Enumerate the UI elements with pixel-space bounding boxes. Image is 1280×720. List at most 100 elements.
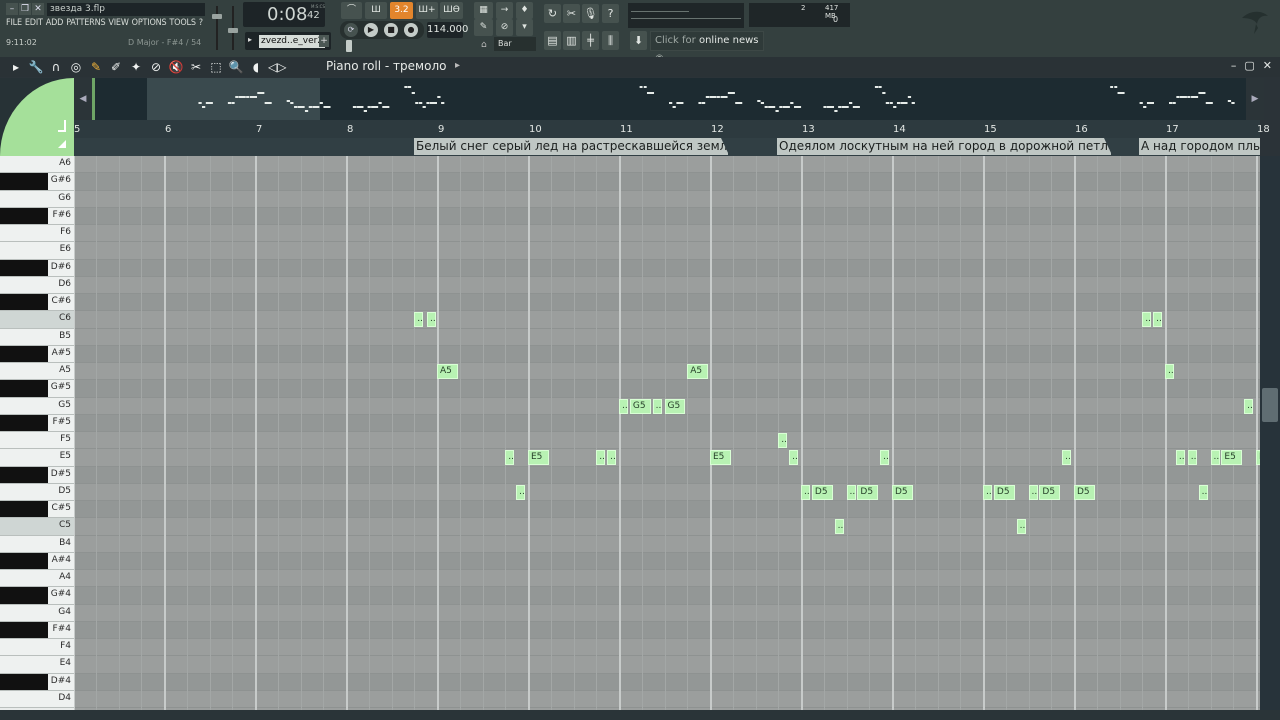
- menu-help[interactable]: ?: [199, 18, 203, 28]
- midi-note[interactable]: D5: [1074, 484, 1095, 500]
- midi-note[interactable]: ..: [1187, 450, 1197, 466]
- mute-icon[interactable]: 🔇: [168, 59, 184, 75]
- scroll-left-icon[interactable]: ◀: [74, 78, 92, 120]
- delete-icon[interactable]: ⊘: [148, 59, 164, 75]
- pencil-tool-icon[interactable]: ✎: [474, 19, 493, 36]
- midi-note[interactable]: ..: [789, 450, 799, 466]
- pattern-name[interactable]: zvezd..e_ver2: [259, 35, 326, 48]
- midi-note[interactable]: D5: [811, 484, 833, 500]
- play-button[interactable]: ▶: [364, 23, 378, 37]
- typing-keyboard-icon[interactable]: ▦: [474, 2, 493, 19]
- piano-key[interactable]: C#6: [0, 294, 74, 312]
- piano-key[interactable]: D#6: [0, 259, 74, 277]
- master-volume-slider[interactable]: [212, 4, 222, 52]
- online-news-button[interactable]: Click for online news ◉: [650, 31, 764, 64]
- midi-note[interactable]: ..: [652, 398, 662, 414]
- menu-edit[interactable]: EDIT: [25, 18, 43, 28]
- select-icon[interactable]: ⬚: [208, 59, 224, 75]
- piano-key[interactable]: G#4: [0, 587, 74, 605]
- paint-tool-icon[interactable]: ✦: [128, 59, 144, 75]
- piano-key[interactable]: D4: [0, 690, 74, 708]
- magnet-icon[interactable]: ∩: [48, 59, 64, 75]
- midi-note[interactable]: D5: [892, 484, 913, 500]
- browser-icon[interactable]: ⫼: [602, 31, 619, 50]
- midi-note[interactable]: ..: [1142, 312, 1152, 328]
- add-pattern-button[interactable]: +: [319, 35, 329, 47]
- corner-triangle-icon[interactable]: [58, 140, 66, 148]
- piano-key[interactable]: A#4: [0, 552, 74, 570]
- midi-note[interactable]: ..: [801, 484, 810, 500]
- menu-view[interactable]: VIEW: [108, 18, 128, 28]
- song-time-display[interactable]: 0:08 42 M:S:CS: [243, 2, 325, 27]
- midi-note[interactable]: ..: [1016, 519, 1026, 535]
- midi-note[interactable]: ..: [607, 450, 617, 466]
- pattern-selector[interactable]: ▸ zvezd..e_ver2 +: [245, 32, 331, 50]
- lyric-marker-3[interactable]: А над городом плывут облака: [1139, 138, 1260, 155]
- midi-note[interactable]: G5: [664, 398, 686, 414]
- piano-key[interactable]: A#5: [0, 345, 74, 363]
- lyric-marker-2[interactable]: Одеялом лоскутным на ней город в дорожно…: [777, 138, 1111, 155]
- cut-icon[interactable]: ✂: [563, 4, 580, 23]
- piano-key[interactable]: D#5: [0, 466, 74, 484]
- piano-key[interactable]: G4: [0, 604, 74, 622]
- piano-key[interactable]: G#5: [0, 380, 74, 398]
- loop-icon[interactable]: ⟳: [344, 23, 358, 37]
- piano-key[interactable]: G5: [0, 397, 74, 415]
- piano-key[interactable]: A4: [0, 570, 74, 588]
- midi-note[interactable]: ..: [778, 433, 788, 448]
- maximize-icon[interactable]: ▢: [1244, 59, 1254, 72]
- midi-note[interactable]: ..: [1165, 364, 1174, 379]
- wrench-icon[interactable]: 🔧: [28, 59, 44, 75]
- midi-note[interactable]: A5: [687, 364, 709, 379]
- tempo-display[interactable]: 114.000: [427, 22, 468, 38]
- wait-input-icon[interactable]: Ш: [365, 2, 387, 19]
- midi-note[interactable]: G5: [629, 398, 651, 414]
- menu-file[interactable]: FILE: [6, 18, 22, 28]
- piano-key[interactable]: A6: [0, 156, 74, 174]
- scroll-right-icon[interactable]: ▶: [1246, 78, 1264, 120]
- piano-key[interactable]: G6: [0, 190, 74, 208]
- midi-note[interactable]: ..: [1062, 450, 1072, 466]
- slice-icon[interactable]: ✂: [188, 59, 204, 75]
- midi-note[interactable]: ..: [1210, 450, 1220, 466]
- piano-key[interactable]: D5: [0, 483, 74, 501]
- piano-key[interactable]: G#6: [0, 173, 74, 191]
- vertical-scrollbar[interactable]: [1260, 156, 1280, 710]
- options-arrow-icon[interactable]: ▸: [8, 59, 24, 75]
- midi-note[interactable]: D5: [1039, 484, 1061, 500]
- piano-key[interactable]: D6: [0, 276, 74, 294]
- undo-history-icon[interactable]: ↻: [544, 4, 561, 23]
- arrows-icon[interactable]: ◁▷: [268, 59, 286, 75]
- piano-keyboard[interactable]: A6 G#6 G6 F#6 F6 E6 D#6 D6 C#6 C6 B5 A#5 A5 G#5 G5 F#5 F…: [0, 156, 74, 710]
- piano-key[interactable]: C#5: [0, 501, 74, 519]
- midi-note[interactable]: ..: [834, 519, 844, 535]
- midi-note[interactable]: D5: [857, 484, 879, 500]
- metronome-icon[interactable]: ⌒: [341, 2, 362, 19]
- piano-key[interactable]: F4: [0, 639, 74, 657]
- midi-note[interactable]: E5: [1221, 450, 1243, 466]
- note-grid[interactable]: .... A5.... E5...... G5.. G5 A5 E5...... D5....…: [74, 156, 1260, 710]
- menu-patterns[interactable]: PATTERNS: [66, 18, 105, 28]
- midi-note[interactable]: ..: [846, 484, 856, 500]
- midi-note[interactable]: ..: [1198, 484, 1208, 500]
- restore-icon[interactable]: ❐: [19, 3, 31, 15]
- menu-add[interactable]: ADD: [46, 18, 64, 28]
- midi-note[interactable]: ..: [983, 484, 992, 500]
- zoom-icon[interactable]: 🔍: [228, 59, 244, 75]
- midi-note[interactable]: A5: [437, 364, 458, 379]
- help-icon[interactable]: ?: [602, 4, 619, 23]
- close-icon[interactable]: ✕: [1263, 59, 1272, 72]
- pattern-overview[interactable]: ◀ ▶: [74, 78, 1264, 120]
- pattern-arrow-icon[interactable]: ▸: [248, 35, 252, 44]
- piano-key[interactable]: A5: [0, 363, 74, 381]
- menu-tools[interactable]: TOOLS: [169, 18, 196, 28]
- piano-key[interactable]: D#4: [0, 673, 74, 691]
- midi-note[interactable]: D5: [993, 484, 1015, 500]
- resize-icon[interactable]: [58, 120, 66, 132]
- channel-rack-icon[interactable]: ▥: [563, 31, 580, 50]
- piano-key[interactable]: C5: [0, 518, 74, 536]
- piano-key[interactable]: F5: [0, 432, 74, 450]
- piano-key[interactable]: B5: [0, 328, 74, 346]
- midi-note[interactable]: ..: [1175, 450, 1185, 466]
- minimize-icon[interactable]: –: [1231, 59, 1237, 72]
